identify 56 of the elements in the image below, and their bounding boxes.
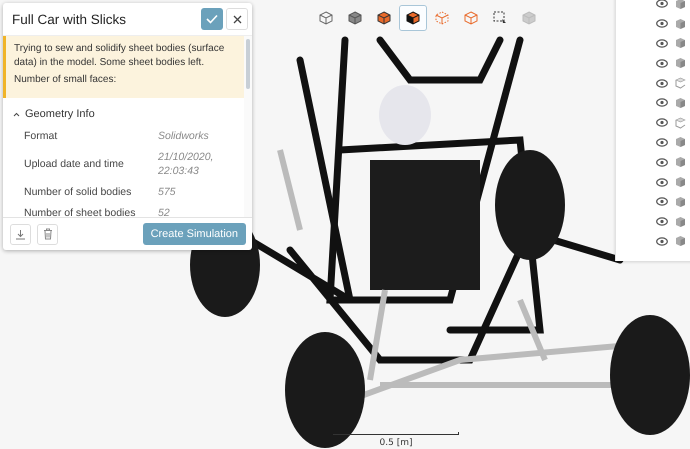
- info-value: Solidworks: [158, 129, 210, 143]
- solid-body-icon: [675, 216, 686, 228]
- dialog-title: Full Car with Slicks: [12, 12, 128, 26]
- cube-icon: [348, 11, 362, 25]
- eye-icon[interactable]: [656, 138, 668, 147]
- eye-icon[interactable]: [656, 178, 668, 187]
- solid-body-icon: [675, 156, 686, 168]
- eye-icon[interactable]: [656, 217, 668, 226]
- eye-icon[interactable]: [656, 78, 668, 88]
- solid-body-icon: [675, 136, 686, 148]
- eye-icon[interactable]: [656, 118, 668, 128]
- section-header[interactable]: Geometry Info: [3, 98, 103, 126]
- solid-body-icon: [675, 196, 686, 208]
- close-button[interactable]: [226, 8, 248, 30]
- solid-body-icon: [675, 0, 686, 10]
- trash-icon: [42, 228, 52, 240]
- view-mode-button[interactable]: [399, 5, 427, 31]
- download-button[interactable]: [10, 224, 31, 244]
- cube-icon: [464, 11, 478, 25]
- delete-button[interactable]: [37, 224, 58, 244]
- solid-body-icon: [675, 57, 686, 70]
- sheet-body-icon: [675, 77, 686, 90]
- scale-label: 0.5 [m]: [380, 438, 412, 448]
- solid-body-icon: [675, 235, 686, 248]
- warning-text: Number of small faces:: [14, 73, 118, 87]
- solid-body-icon: [675, 37, 686, 50]
- check-icon: [206, 14, 218, 24]
- solid-body-icon: [675, 96, 686, 109]
- eye-icon[interactable]: [656, 197, 668, 206]
- eye-icon[interactable]: [656, 236, 668, 246]
- eye-icon[interactable]: [656, 0, 668, 8]
- eye-icon[interactable]: [656, 98, 668, 108]
- solid-body-icon: [675, 18, 686, 30]
- info-label: Format: [24, 130, 58, 142]
- info-value: 21/10/2020, 22:03:43: [158, 150, 214, 178]
- info-value: 52: [158, 206, 171, 217]
- sheet-body-icon: [675, 116, 686, 129]
- info-label: Upload date and time: [24, 158, 125, 170]
- download-icon: [15, 228, 26, 240]
- cube-icon: [406, 11, 420, 25]
- scrollbar[interactable]: [244, 36, 252, 217]
- solid-body-icon: [675, 176, 686, 188]
- close-icon: [232, 14, 242, 24]
- cube-icon: [435, 11, 449, 25]
- cube-icon: [319, 11, 333, 25]
- eye-icon[interactable]: [656, 158, 668, 167]
- info-value: 575: [158, 185, 177, 199]
- cube-icon: [522, 11, 536, 25]
- eye-icon[interactable]: [656, 19, 668, 28]
- box-select-icon: [493, 11, 507, 25]
- eye-icon[interactable]: [656, 38, 668, 48]
- warning-text: Trying to sew and solidify sheet bodies (surface data) in the model. Some sheet bodies left.: [14, 42, 226, 70]
- eye-icon[interactable]: [656, 58, 668, 68]
- info-label: Number of solid bodies: [24, 186, 132, 198]
- info-label: Number of sheet bodies: [24, 207, 136, 217]
- cube-icon: [377, 11, 391, 25]
